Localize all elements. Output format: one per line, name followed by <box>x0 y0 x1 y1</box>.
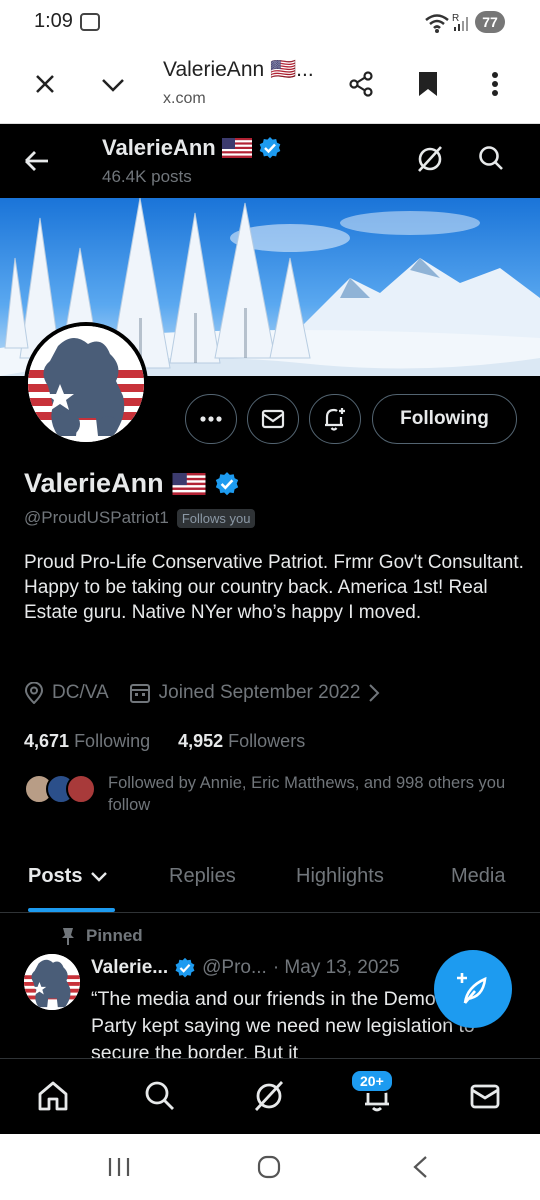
follows-you-badge: Follows you <box>176 508 256 528</box>
follower-avatar <box>66 774 96 804</box>
grok-icon[interactable] <box>415 144 445 174</box>
following-stat[interactable]: 4,671 Following <box>24 731 150 751</box>
share-icon[interactable] <box>343 66 379 102</box>
bell-plus-icon <box>325 408 345 431</box>
profile-avatar[interactable] <box>24 322 148 446</box>
search-icon[interactable] <box>143 1079 177 1113</box>
browser-toolbar: ValerieAnn 🇺🇸... x.com <box>0 44 540 124</box>
back-button-icon[interactable] <box>410 1155 430 1179</box>
location-pin-icon <box>24 682 44 704</box>
post-date[interactable]: · May 13, 2025 <box>273 957 400 979</box>
notifications-badge: 20+ <box>350 1069 394 1093</box>
message-button[interactable] <box>247 394 299 444</box>
post-author-avatar[interactable] <box>24 954 80 1010</box>
status-bar: 1:09 R 77 <box>0 0 540 44</box>
browser-page-title: ValerieAnn 🇺🇸... <box>163 58 314 81</box>
chevron-down-icon[interactable] <box>95 66 131 102</box>
compose-post-button[interactable] <box>434 950 512 1028</box>
svg-text:R: R <box>452 13 459 24</box>
verified-badge-icon <box>259 137 281 159</box>
verified-badge-icon <box>175 957 195 978</box>
chevron-right-icon <box>369 684 380 702</box>
header-post-count: 46.4K posts <box>102 167 192 186</box>
profile-bio: Proud Pro-Life Conservative Patriot. Frm… <box>24 552 524 623</box>
following-button[interactable]: Following <box>372 394 517 444</box>
home-icon[interactable] <box>36 1079 70 1113</box>
messages-envelope-icon[interactable] <box>468 1079 502 1113</box>
envelope-icon <box>261 409 285 429</box>
close-icon[interactable] <box>27 66 63 102</box>
profile-top-bar: ValerieAnn 46.4K posts <box>0 124 540 198</box>
profile-handle-row: @ProudUSPatriot1 Follows you <box>24 508 256 528</box>
grok-icon[interactable] <box>252 1079 286 1113</box>
recent-apps-icon[interactable] <box>107 1156 131 1178</box>
header-profile-name: ValerieAnn <box>102 135 282 161</box>
location-item: DC/VA <box>24 682 109 704</box>
pin-icon <box>62 928 74 945</box>
browser-url: x.com <box>163 90 206 107</box>
system-navigation-bar <box>0 1134 540 1200</box>
bottom-navigation: 20+ <box>0 1058 540 1134</box>
home-button-icon[interactable] <box>257 1155 281 1179</box>
tab-media[interactable]: Media <box>451 865 505 888</box>
bookmark-icon[interactable] <box>410 66 446 102</box>
us-flag-icon <box>172 472 206 495</box>
notify-button[interactable] <box>309 394 361 444</box>
profile-meta: DC/VA Joined September 2022 <box>24 682 400 704</box>
profile-name: ValerieAnn <box>24 468 240 499</box>
tab-replies[interactable]: Replies <box>169 865 236 888</box>
followers-stat[interactable]: 4,952 Followers <box>178 731 305 751</box>
battery-indicator: 77 <box>475 11 505 33</box>
notification-icon <box>80 13 100 31</box>
followed-by-text: Followed by Annie, Eric Matthews, and 99… <box>108 774 506 814</box>
signal-icon: R <box>452 13 468 31</box>
post-header: Valerie... @Pro... · May 13, 2025 <box>91 957 400 979</box>
tab-posts[interactable]: Posts <box>28 865 108 888</box>
active-tab-indicator <box>28 908 115 912</box>
wifi-icon <box>425 14 449 33</box>
post-author-name[interactable]: Valerie... <box>91 957 168 979</box>
joined-item[interactable]: Joined September 2022 <box>129 682 381 704</box>
feather-plus-icon <box>457 973 487 1004</box>
profile-handle: @ProudUSPatriot1 <box>24 508 169 527</box>
more-options-button[interactable] <box>185 394 237 444</box>
status-time: 1:09 <box>34 10 73 32</box>
search-icon[interactable] <box>477 144 505 172</box>
follow-stats: 4,671 Following 4,952 Followers <box>24 731 305 752</box>
verified-badge-icon[interactable] <box>214 471 240 497</box>
more-vertical-icon[interactable] <box>477 66 513 102</box>
profile-tabs: Posts Replies Highlights Media <box>0 845 540 913</box>
post-author-handle[interactable]: @Pro... <box>202 957 267 979</box>
calendar-icon <box>129 684 150 703</box>
us-flag-icon <box>221 138 252 158</box>
pinned-label: Pinned <box>60 926 143 946</box>
chevron-down-icon <box>91 871 108 882</box>
more-horizontal-icon <box>200 416 222 422</box>
back-arrow-icon[interactable] <box>22 146 52 176</box>
tab-highlights[interactable]: Highlights <box>296 865 384 888</box>
